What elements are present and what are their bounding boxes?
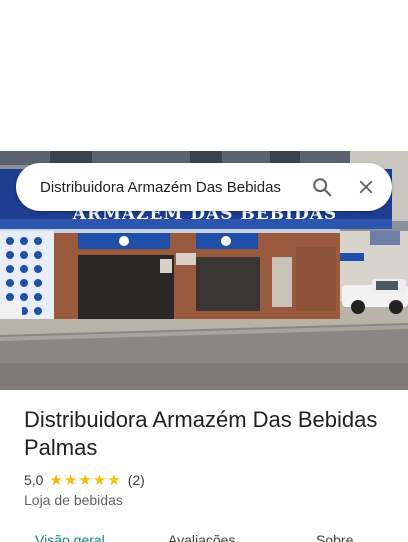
clear-search-button[interactable] [344, 165, 388, 209]
place-title: Distribuidora Armazém Das Bebidas Palmas [24, 407, 378, 460]
rating-value: 5,0 [24, 472, 44, 488]
search-bar[interactable]: Distribuidora Armazém Das Bebidas [16, 163, 392, 211]
star-icon: ★ [107, 471, 121, 489]
place-category: Loja de bebidas [24, 492, 123, 508]
star-icon: ★ [92, 471, 107, 489]
tab-about[interactable]: Sobre [316, 532, 353, 542]
close-icon [359, 180, 373, 194]
place-tabs: Visão geral Avaliações Sobre [0, 528, 408, 542]
rating-stars: ★ ★ ★ ★ ★ [49, 473, 121, 488]
search-icon [313, 178, 332, 197]
rating-row[interactable]: 5,0 ★ ★ ★ ★ ★ (2) [24, 471, 145, 489]
search-input[interactable]: Distribuidora Armazém Das Bebidas [40, 179, 300, 196]
star-icon: ★ [49, 471, 63, 489]
star-icon: ★ [78, 471, 92, 489]
star-icon: ★ [63, 471, 78, 489]
tab-overview[interactable]: Visão geral [35, 532, 105, 542]
review-count[interactable]: (2) [128, 472, 145, 488]
tab-reviews[interactable]: Avaliações [168, 532, 235, 542]
search-button[interactable] [300, 165, 344, 209]
